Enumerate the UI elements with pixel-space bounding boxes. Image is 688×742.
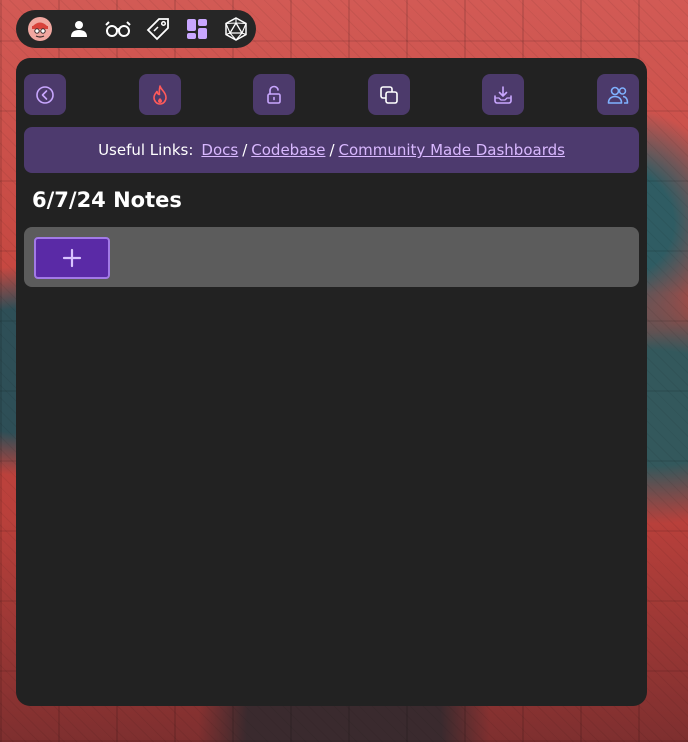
users-icon (607, 86, 629, 104)
useful-links-bar: Useful Links: Docs / Codebase / Communit… (24, 127, 639, 173)
unlock-button[interactable] (253, 74, 295, 115)
link-separator: / (242, 141, 248, 159)
page-title: 6/7/24 Notes (32, 188, 182, 212)
add-note-button[interactable] (34, 237, 110, 279)
plus-icon (62, 248, 82, 268)
chevron-left-circle-icon (36, 85, 54, 104)
link-separator: / (329, 141, 335, 159)
useful-links-label: Useful Links: (98, 141, 194, 159)
copy-icon (380, 85, 398, 104)
top-taskbar (16, 10, 256, 48)
flame-icon (153, 84, 167, 105)
notes-list-row (24, 227, 639, 287)
docs-link[interactable]: Docs (201, 141, 238, 159)
person-icon[interactable] (59, 10, 98, 48)
notes-panel: Useful Links: Docs / Codebase / Communit… (16, 58, 647, 706)
d20-dice-icon[interactable] (217, 10, 256, 48)
panel-toolbar (24, 74, 639, 115)
glasses-icon[interactable] (99, 10, 138, 48)
fire-button[interactable] (139, 74, 181, 115)
tag-icon[interactable] (138, 10, 177, 48)
copy-button[interactable] (368, 74, 410, 115)
unlock-icon (267, 85, 281, 104)
download-tray-icon (494, 85, 512, 104)
community-dashboards-link[interactable]: Community Made Dashboards (339, 141, 565, 159)
dashboard-grid-icon[interactable] (177, 10, 216, 48)
download-button[interactable] (482, 74, 524, 115)
codebase-link[interactable]: Codebase (251, 141, 325, 159)
users-button[interactable] (597, 74, 639, 115)
back-button[interactable] (24, 74, 66, 115)
profile-avatar-icon[interactable] (20, 10, 59, 48)
